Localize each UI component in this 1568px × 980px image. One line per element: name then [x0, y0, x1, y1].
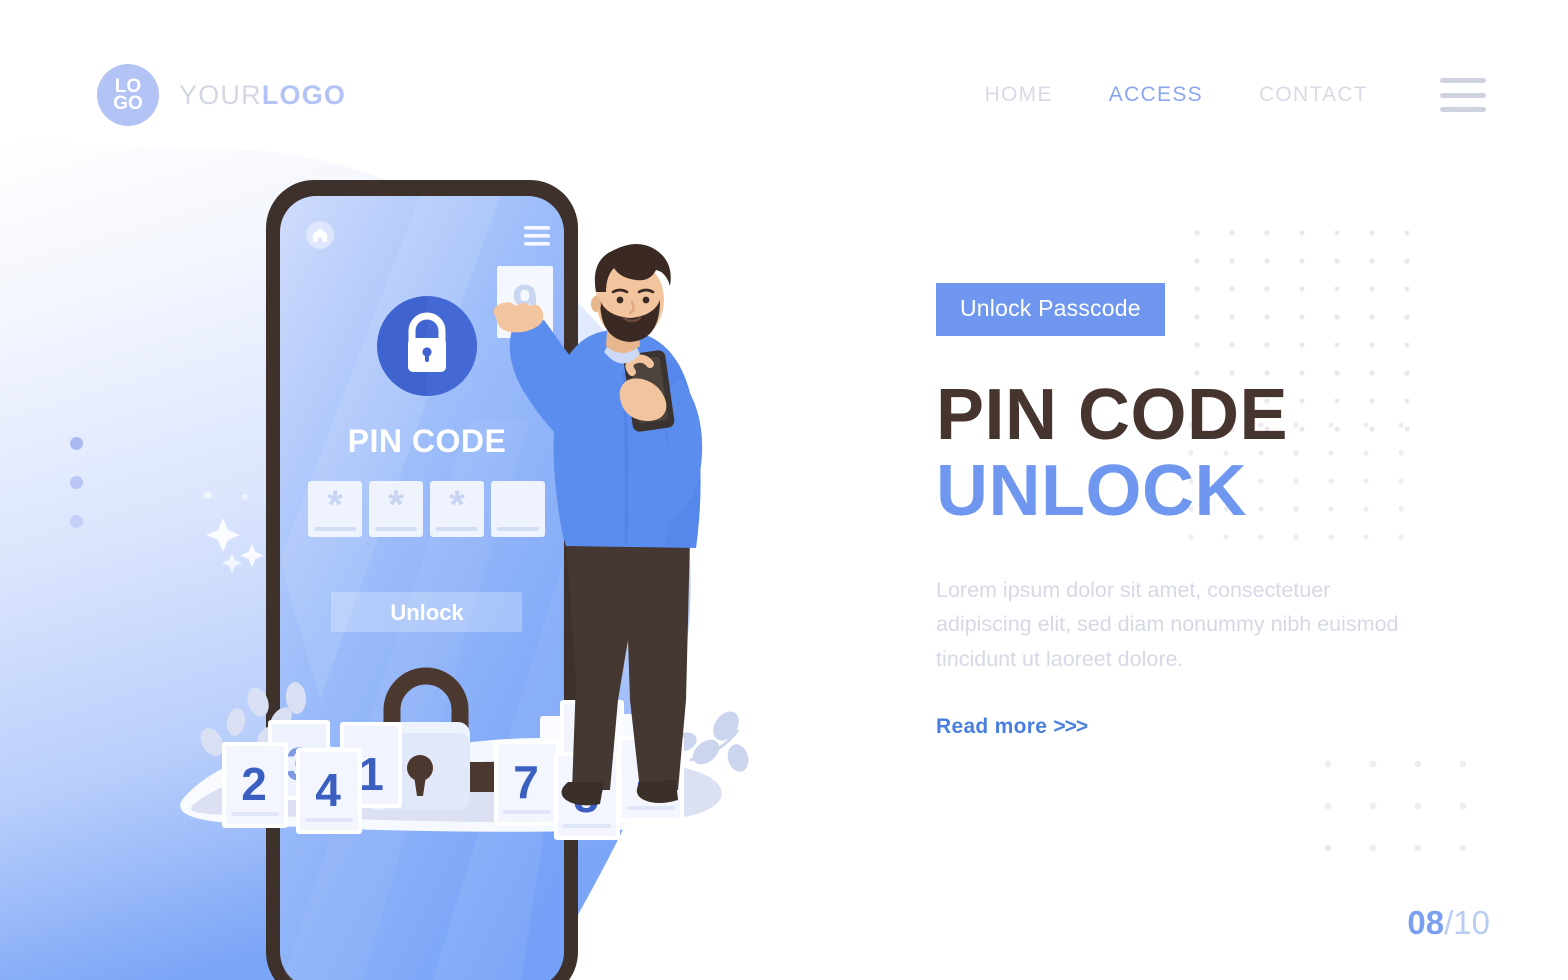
landing-page: LO GO YOURLOGO HOME ACCESS CONTACT PIN C… [0, 0, 1568, 980]
brand-name-bold: LOGO [261, 79, 347, 110]
phone-hamburger-icon[interactable] [524, 226, 550, 246]
hamburger-bar [1440, 78, 1486, 83]
dot-grid-pattern-bottom [1324, 760, 1467, 852]
number-card: 7 [494, 740, 560, 826]
brand-name-light: YOUR [179, 79, 262, 110]
headline-line-1: PIN CODE [936, 375, 1289, 455]
slide-pagination: 08/10 [1407, 904, 1490, 942]
hamburger-bar [1440, 92, 1486, 98]
padlock-icon [377, 296, 477, 396]
svg-text:7: 7 [513, 756, 539, 808]
number-card: 2 [222, 742, 288, 828]
sparkle-decor [204, 491, 264, 573]
svg-text:2: 2 [241, 758, 267, 810]
brand-logo[interactable]: LO GO YOURLOGO [97, 64, 346, 126]
hero-content: Unlock Passcode PIN CODE UNLOCK Lorem ip… [936, 283, 1456, 739]
home-icon[interactable] [306, 221, 334, 249]
logo-badge-icon: LO GO [97, 64, 159, 126]
svg-text:*: * [449, 483, 465, 527]
nav-item-home[interactable]: HOME [985, 83, 1053, 107]
pin-box[interactable] [491, 481, 545, 537]
phone-screen-title: PIN CODE [348, 423, 507, 459]
read-more-label: Read more [936, 715, 1048, 739]
pagination-total: 10 [1453, 904, 1490, 941]
main-navigation: HOME ACCESS CONTACT [985, 78, 1486, 112]
page-title: PIN CODE UNLOCK [936, 375, 1456, 531]
pin-box[interactable]: * [369, 481, 423, 537]
hamburger-bar [1440, 107, 1486, 112]
svg-text:4: 4 [315, 764, 341, 816]
hero-paragraph: Lorem ipsum dolor sit amet, consectetuer… [936, 577, 1399, 672]
unlock-button-label: Unlock [390, 600, 464, 625]
unlock-button[interactable]: Unlock [331, 592, 522, 632]
pagination-separator: / [1444, 904, 1454, 941]
read-more-link[interactable]: Read more >>> [936, 715, 1088, 739]
svg-text:1: 1 [358, 748, 384, 800]
nav-item-access[interactable]: ACCESS [1109, 83, 1203, 107]
pin-box[interactable]: * [308, 481, 362, 537]
chevrons-icon: >>> [1053, 715, 1088, 739]
svg-text:*: * [388, 483, 404, 527]
site-header: LO GO YOURLOGO HOME ACCESS CONTACT [0, 0, 1568, 190]
pin-box[interactable]: * [430, 481, 484, 537]
logo-badge-line2: GO [113, 93, 143, 114]
nav-item-contact[interactable]: CONTACT [1259, 83, 1368, 107]
brand-name: YOURLOGO [179, 80, 346, 111]
svg-text:*: * [327, 483, 343, 527]
hamburger-icon[interactable] [1440, 78, 1486, 112]
number-card: 4 [296, 748, 362, 834]
headline-line-2: UNLOCK [936, 450, 1247, 531]
unlock-passcode-badge[interactable]: Unlock Passcode [936, 283, 1165, 336]
pagination-current: 08 [1407, 904, 1445, 941]
